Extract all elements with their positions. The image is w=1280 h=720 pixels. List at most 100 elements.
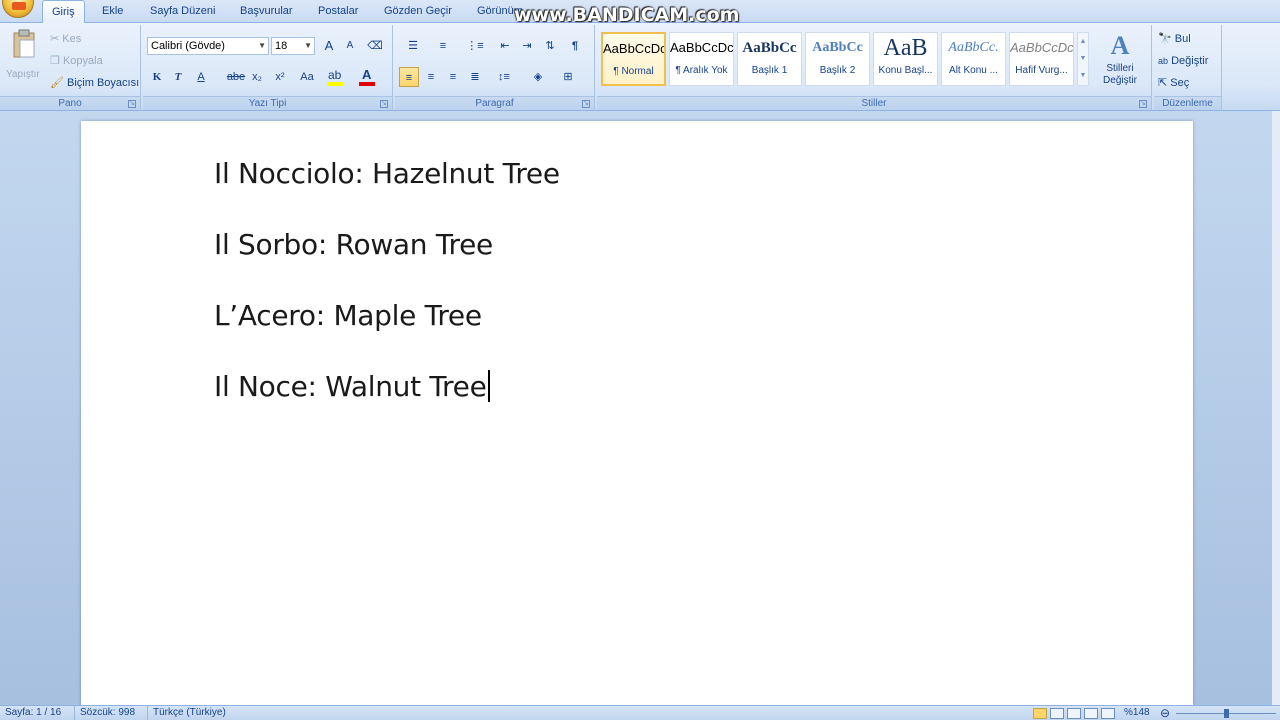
grow-font-button[interactable]: A — [319, 36, 339, 56]
style-preview: AaBbCcDc — [603, 41, 664, 56]
styles-group-label: Stiller — [597, 96, 1151, 110]
highlight-button[interactable]: ab — [325, 67, 355, 87]
paste-button[interactable]: Yapıştır — [4, 27, 44, 89]
zoom-level[interactable]: %148 — [1124, 706, 1150, 720]
format-painter-button[interactable]: 🖌 Biçim Boyacısı — [50, 73, 139, 93]
status-bar: Sayfa: 1 / 16 Sözcük: 998 Türkçe (Türkiy… — [0, 705, 1280, 720]
style-no-spacing[interactable]: AaBbCcDc ¶ Aralık Yok — [669, 32, 734, 86]
document-line[interactable]: Il Nocciolo: Hazelnut Tree — [214, 157, 560, 190]
font-color-button[interactable]: A — [357, 67, 387, 87]
chevron-down-icon[interactable]: ▼ — [1078, 50, 1088, 67]
numbering-icon[interactable]: ≡ — [429, 36, 457, 56]
align-right-icon[interactable]: ≡ — [443, 67, 463, 87]
decrease-indent-icon[interactable]: ⇤ — [495, 36, 515, 56]
cut-button[interactable]: ✂ Kes — [50, 29, 81, 49]
sort-icon[interactable]: ⇅ — [540, 36, 560, 56]
document-page[interactable]: Il Nocciolo: Hazelnut Tree Il Sorbo: Row… — [81, 121, 1193, 720]
strikethrough-button[interactable]: abe — [225, 67, 247, 87]
more-icon[interactable]: ▼ — [1078, 67, 1088, 84]
outline-view-icon[interactable] — [1084, 708, 1098, 719]
print-layout-view-icon[interactable] — [1033, 708, 1047, 719]
brush-icon: 🖌 — [50, 77, 64, 90]
align-center-icon[interactable]: ≡ — [421, 67, 441, 87]
change-case-button[interactable]: Aa — [294, 67, 320, 87]
font-color-icon: A — [362, 67, 372, 82]
tab-review[interactable]: Gözden Geçir — [375, 0, 461, 23]
bullets-icon[interactable]: ☰ — [399, 36, 427, 56]
style-preview: AaBbCcDc — [670, 40, 733, 55]
language-indicator[interactable]: Türkçe (Türkiye) — [147, 706, 226, 720]
style-name: Konu Başl... — [878, 65, 933, 76]
web-layout-view-icon[interactable] — [1067, 708, 1081, 719]
shading-icon[interactable]: ◈ — [525, 67, 551, 87]
bold-button[interactable]: K — [147, 67, 167, 87]
copy-button[interactable]: ❐ Kopyala — [50, 51, 103, 71]
copy-label: Kopyala — [62, 55, 103, 67]
document-line-text: Il Noce: Walnut Tree — [214, 370, 487, 403]
increase-indent-icon[interactable]: ⇥ — [517, 36, 537, 56]
show-formatting-button[interactable]: ¶ — [565, 36, 585, 56]
word-count[interactable]: Sözcük: 998 — [74, 706, 135, 720]
italic-button[interactable]: T — [168, 67, 188, 87]
font-size-combo[interactable]: 18 ▼ — [271, 37, 315, 55]
select-label: Seç — [1170, 77, 1190, 89]
office-button[interactable] — [2, 0, 34, 18]
styles-scroll[interactable]: ▲ ▼ ▼ — [1077, 32, 1089, 86]
change-styles-button[interactable]: A Stilleri Değiştir — [1093, 29, 1147, 93]
style-normal[interactable]: AaBbCcDc ¶ Normal — [601, 32, 666, 86]
tab-page-layout[interactable]: Sayfa Düzeni — [141, 0, 224, 23]
style-subtle-emphasis[interactable]: AaBbCcDc Hafif Vurg... — [1009, 32, 1074, 86]
clear-format-icon[interactable]: ⌫ — [365, 36, 385, 56]
line-spacing-icon[interactable]: ↕≡ — [490, 67, 518, 87]
style-preview: AaB — [883, 35, 928, 61]
zoom-slider-thumb[interactable] — [1224, 709, 1229, 718]
shrink-font-button[interactable]: A — [340, 36, 360, 56]
page-count[interactable]: Sayfa: 1 / 16 — [5, 706, 61, 720]
style-subtitle[interactable]: AaBbCc. Alt Konu ... — [941, 32, 1006, 86]
document-line-last[interactable]: Il Noce: Walnut Tree — [214, 370, 490, 403]
justify-icon[interactable]: ≣ — [465, 67, 485, 87]
document-line[interactable]: L’Acero: Maple Tree — [214, 299, 482, 332]
chevron-up-icon[interactable]: ▲ — [1078, 33, 1088, 50]
tab-references[interactable]: Başvurular — [231, 0, 302, 23]
underline-button[interactable]: A — [191, 67, 211, 87]
font-dialog-launcher[interactable]: ↘ — [380, 100, 388, 108]
clipboard-group: Yapıştır ✂ Kes ❐ Kopyala 🖌 Biçim Boyacıs… — [0, 25, 141, 111]
multilevel-list-icon[interactable]: ⋮≡ — [461, 36, 489, 56]
paragraph-dialog-launcher[interactable]: ↘ — [582, 100, 590, 108]
tab-mailings[interactable]: Postalar — [309, 0, 367, 23]
format-painter-label: Biçim Boyacısı — [67, 77, 140, 89]
borders-icon[interactable]: ⊞ — [555, 67, 581, 87]
style-heading-1[interactable]: AaBbCc Başlık 1 — [737, 32, 802, 86]
style-title[interactable]: AaB Konu Başl... — [873, 32, 938, 86]
editing-group: 🔭 Bul ab Değiştir ⇱ Seç Düzenleme — [1154, 25, 1222, 111]
zoom-slider[interactable] — [1176, 709, 1276, 718]
document-line[interactable]: Il Sorbo: Rowan Tree — [214, 228, 493, 261]
subscript-button[interactable]: x₂ — [247, 67, 267, 87]
font-group: Calibri (Gövde) ▼ 18 ▼ A A ⌫ K T A abe x… — [143, 25, 393, 111]
find-button[interactable]: 🔭 Bul — [1158, 29, 1191, 49]
style-heading-2[interactable]: AaBbCc Başlık 2 — [805, 32, 870, 86]
full-screen-view-icon[interactable] — [1050, 708, 1064, 719]
font-color-swatch — [359, 82, 375, 86]
clipboard-dialog-launcher[interactable]: ↘ — [128, 100, 136, 108]
align-left-icon[interactable]: ≡ — [399, 67, 419, 87]
draft-view-icon[interactable] — [1101, 708, 1115, 719]
document-area: Il Nocciolo: Hazelnut Tree Il Sorbo: Row… — [0, 111, 1280, 720]
font-name-combo[interactable]: Calibri (Gövde) ▼ — [147, 37, 269, 55]
tab-home[interactable]: Giriş — [42, 0, 85, 23]
tab-insert[interactable]: Ekle — [93, 0, 132, 23]
style-preview: AaBbCcDc — [1010, 40, 1073, 55]
select-button[interactable]: ⇱ Seç — [1158, 73, 1189, 93]
change-styles-icon: A — [1110, 31, 1130, 60]
text-cursor — [487, 370, 490, 402]
style-name: Alt Konu ... — [949, 65, 998, 76]
styles-dialog-launcher[interactable]: ↘ — [1139, 100, 1147, 108]
vertical-scrollbar[interactable] — [1272, 111, 1280, 705]
highlighter-icon: ab — [328, 68, 342, 82]
zoom-out-icon[interactable]: ⊖ — [1160, 706, 1170, 720]
scissors-icon: ✂ — [50, 33, 60, 46]
replace-button[interactable]: ab Değiştir — [1158, 51, 1208, 71]
superscript-button[interactable]: x² — [270, 67, 290, 87]
style-preview: AaBbCc — [742, 40, 797, 56]
